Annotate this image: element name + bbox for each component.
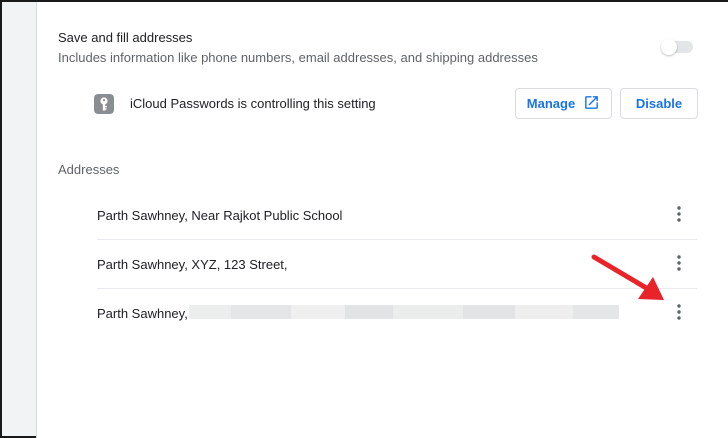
more-vert-icon[interactable]: [671, 253, 687, 273]
addresses-section-label: Addresses: [58, 162, 120, 177]
key-icon: [94, 94, 114, 114]
address-row: Parth Sawhney, Near Rajkot Public School: [97, 192, 697, 240]
address-text: Parth Sawhney,: [97, 306, 188, 321]
manage-button-label: Manage: [526, 96, 576, 111]
more-vert-icon[interactable]: [671, 204, 687, 224]
manage-button[interactable]: Manage: [515, 88, 612, 119]
more-vert-icon[interactable]: [671, 302, 687, 322]
toggle-knob: [661, 39, 677, 55]
policy-text: iCloud Passwords is controlling this set…: [130, 96, 376, 111]
disable-button[interactable]: Disable: [620, 88, 698, 119]
address-text: Parth Sawhney, XYZ, 123 Street,: [97, 257, 288, 272]
address-text: Parth Sawhney, Near Rajkot Public School: [97, 208, 343, 223]
autofill-subtitle: Includes information like phone numbers,…: [58, 50, 538, 65]
address-row: Parth Sawhney,: [97, 290, 697, 338]
redacted-address-blur: [189, 305, 619, 319]
window-frame: Save and fill addresses Includes informa…: [0, 0, 728, 438]
open-in-new-icon: [583, 94, 600, 114]
autofill-title: Save and fill addresses: [58, 30, 193, 45]
address-row: Parth Sawhney, XYZ, 123 Street,: [97, 241, 697, 289]
save-addresses-toggle[interactable]: [661, 39, 695, 55]
